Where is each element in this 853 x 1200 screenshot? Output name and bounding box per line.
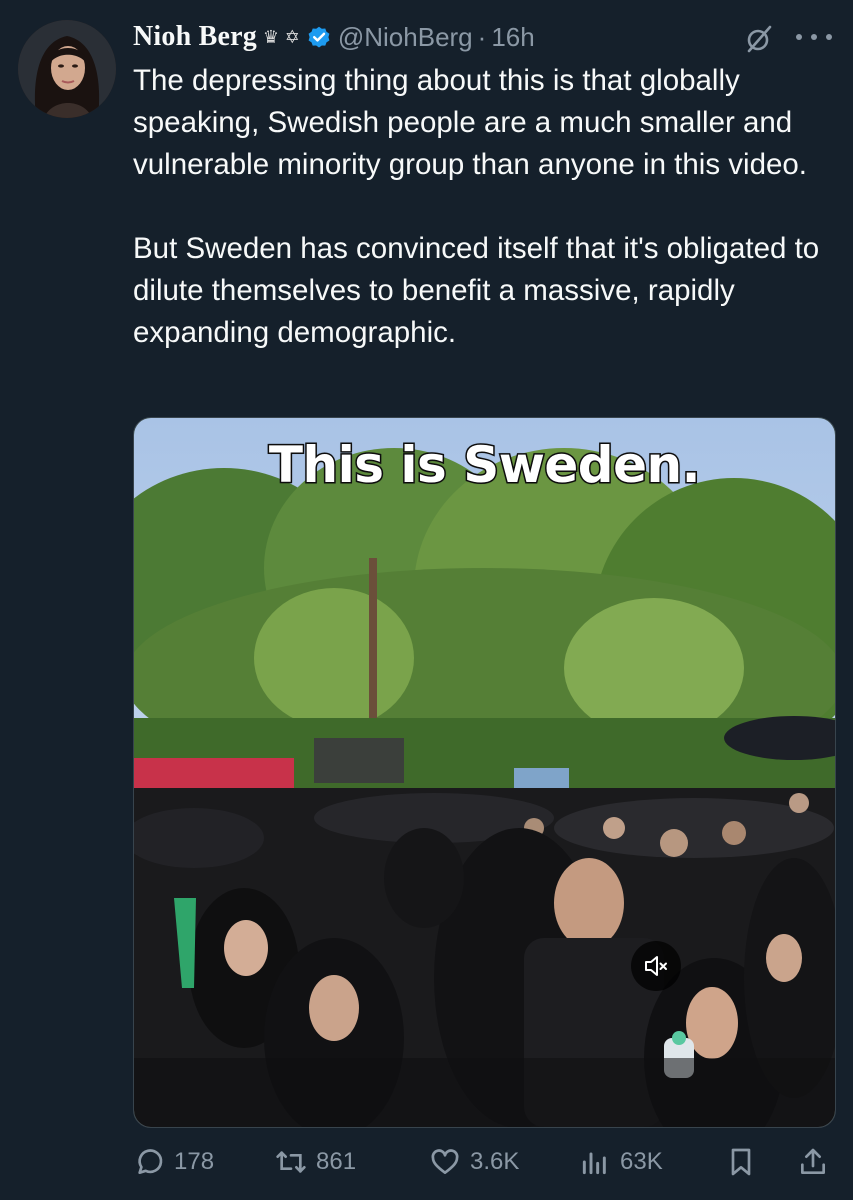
tweet-actions: 178 861 3.6K 63K xyxy=(133,1140,833,1184)
avatar-image xyxy=(18,20,116,118)
author-name-emoji: ♛ ✡ xyxy=(262,26,300,48)
like-count: 3.6K xyxy=(470,1148,520,1175)
retweet-button[interactable]: 861 xyxy=(275,1140,356,1184)
bookmark-button[interactable] xyxy=(725,1140,766,1184)
separator-dot: · xyxy=(477,21,487,52)
video-frame xyxy=(134,418,835,1127)
views-count: 63K xyxy=(620,1148,663,1175)
share-button[interactable] xyxy=(797,1140,838,1184)
avatar[interactable] xyxy=(18,20,116,118)
author-handle[interactable]: @NiohBerg xyxy=(338,22,473,53)
grok-icon[interactable] xyxy=(744,24,774,54)
share-icon xyxy=(801,1148,825,1174)
views-icon xyxy=(582,1152,606,1175)
reply-count: 178 xyxy=(174,1148,215,1175)
tweet-media-video[interactable]: This is Sweden. xyxy=(133,417,836,1128)
retweet-count: 861 xyxy=(316,1148,357,1175)
mute-toggle-button[interactable] xyxy=(631,941,681,991)
author-display-name[interactable]: Nioh Berg xyxy=(133,21,257,53)
reply-button[interactable]: 178 xyxy=(133,1140,214,1184)
video-caption: This is Sweden. xyxy=(267,435,702,496)
heart-icon xyxy=(431,1149,459,1174)
bookmark-icon xyxy=(731,1148,751,1176)
reply-icon xyxy=(138,1149,163,1174)
views-button[interactable]: 63K xyxy=(579,1140,663,1184)
retweet-icon xyxy=(276,1151,306,1173)
tweet-header: Nioh Berg ♛ ✡ @NiohBerg · 16h xyxy=(133,18,535,56)
speaker-muted-icon xyxy=(645,956,667,976)
tweet-timestamp[interactable]: 16h xyxy=(491,22,534,53)
more-icon[interactable] xyxy=(796,22,832,52)
like-button[interactable]: 3.6K xyxy=(429,1140,519,1184)
verified-badge-icon xyxy=(306,24,332,50)
tweet-text: The depressing thing about this is that … xyxy=(133,64,820,349)
